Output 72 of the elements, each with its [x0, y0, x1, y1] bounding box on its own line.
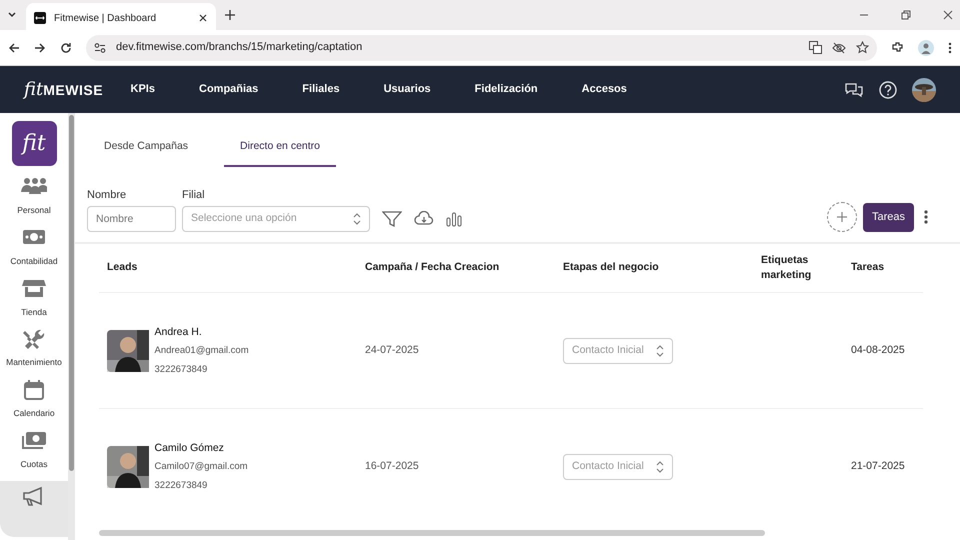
field-label: Nombre	[87, 188, 128, 203]
logo-script: fit	[24, 78, 44, 102]
cloud-download-icon[interactable]	[414, 211, 434, 228]
nav-link[interactable]: Filiales	[302, 81, 340, 98]
chat-icon[interactable]	[844, 80, 864, 98]
task-date: 21-07-2025	[851, 458, 905, 474]
app-logo: fit	[12, 121, 56, 166]
browser-tab[interactable]: Fitmewise | Dashboard	[26, 3, 216, 33]
column-header: Etapas del negocio	[562, 260, 660, 276]
field-label: Filial	[182, 188, 206, 203]
tools-icon	[21, 328, 47, 350]
creation-date: 24-07-2025	[365, 342, 419, 358]
address-bar[interactable]: dev.fitmewise.com/branchs/15/marketing/captation	[86, 34, 877, 60]
chevron-updown-icon	[353, 213, 361, 226]
close-icon[interactable]	[942, 9, 954, 21]
site-icon	[34, 12, 46, 24]
restore-icon[interactable]	[900, 9, 912, 21]
logo-text: MEWISE	[43, 82, 104, 98]
chevron-updown-icon	[656, 460, 664, 473]
help-icon[interactable]	[878, 80, 898, 100]
sidebar-item[interactable]: Mantenimiento	[0, 328, 68, 369]
store-icon	[21, 278, 47, 300]
tasks-button[interactable]: Tareas	[862, 203, 914, 232]
column-header: Leads	[106, 260, 138, 276]
nav-link[interactable]: KPIs	[130, 81, 155, 98]
nav-link[interactable]: Compañias	[199, 81, 258, 98]
creation-date: 16-07-2025	[365, 458, 419, 474]
tab-title: Fitmewise | Dashboard	[54, 12, 158, 26]
calendar-icon	[21, 379, 47, 401]
filter-icon[interactable]	[382, 210, 402, 228]
extensions-icon[interactable]	[891, 41, 904, 54]
reload-icon[interactable]	[60, 42, 72, 54]
sidebar-item[interactable]: Calendario	[0, 379, 68, 420]
bar-chart-icon[interactable]	[446, 211, 462, 228]
input-field[interactable]: Nombre	[87, 206, 176, 232]
sidebar-item[interactable]: Contabilidad	[0, 226, 68, 268]
lead-email: Andrea01@gmail.com	[154, 344, 249, 358]
sidebar-item[interactable]: Personal	[0, 176, 68, 217]
star-icon[interactable]	[856, 41, 869, 54]
profile-icon[interactable]	[918, 40, 934, 56]
nav-link[interactable]: Accesos	[582, 81, 627, 98]
sidebar-item[interactable]: Tienda	[0, 278, 68, 318]
column-header: Etiquetas marketing	[760, 252, 812, 284]
tab[interactable]: Desde Campañas	[88, 139, 204, 167]
site-settings-icon[interactable]	[94, 42, 106, 54]
nav-link[interactable]: Fidelización	[474, 81, 538, 98]
more-icon[interactable]	[948, 42, 952, 54]
plus-icon	[836, 211, 848, 224]
chevron-updown-icon	[656, 344, 664, 357]
back-icon[interactable]	[8, 42, 20, 54]
eye-slash-icon[interactable]	[832, 42, 846, 54]
scrollbar-thumb[interactable]	[69, 115, 74, 471]
lead-name: Andrea H.	[154, 324, 203, 340]
sidebar-item[interactable]: Cuotas	[0, 430, 68, 470]
sidebar-item[interactable]	[0, 480, 68, 536]
forward-icon[interactable]	[34, 42, 46, 54]
lead-email: Camilo07@gmail.com	[154, 460, 248, 474]
url-text: dev.fitmewise.com/branchs/15/marketing/captation	[116, 40, 364, 56]
task-date: 04-08-2025	[851, 342, 905, 358]
translate-icon[interactable]	[809, 41, 822, 54]
add-button[interactable]	[826, 202, 857, 232]
close-icon[interactable]	[198, 13, 208, 23]
horizontal-scrollbar[interactable]	[99, 530, 765, 536]
money-icon	[21, 430, 47, 452]
nav-link[interactable]: Usuarios	[384, 81, 431, 98]
lead-name: Camilo Gómez	[154, 440, 225, 456]
lead-phone: 3222673849	[154, 362, 208, 377]
column-header: Campaña / Fecha Creacion	[364, 260, 500, 276]
tab[interactable]: Directo en centro	[224, 139, 336, 167]
column-header: Tareas	[850, 260, 886, 276]
new-tab-icon[interactable]	[224, 9, 236, 21]
lead-phone: 3222673849	[154, 478, 208, 493]
